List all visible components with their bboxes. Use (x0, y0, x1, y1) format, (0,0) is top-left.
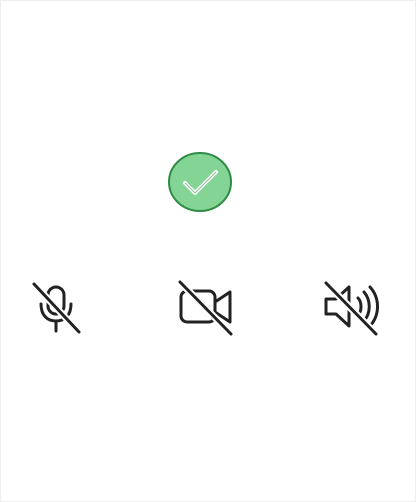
video-camera-off-icon (176, 278, 235, 338)
camera-toggle-button[interactable] (170, 271, 240, 341)
call-status-screen (0, 0, 416, 502)
microphone-muted-icon (30, 280, 83, 336)
check-circle-icon (167, 151, 233, 213)
speaker-muted-icon (322, 279, 380, 338)
microphone-toggle-button[interactable] (21, 271, 91, 341)
call-controls (1, 271, 416, 341)
speaker-toggle-button[interactable] (315, 271, 385, 341)
